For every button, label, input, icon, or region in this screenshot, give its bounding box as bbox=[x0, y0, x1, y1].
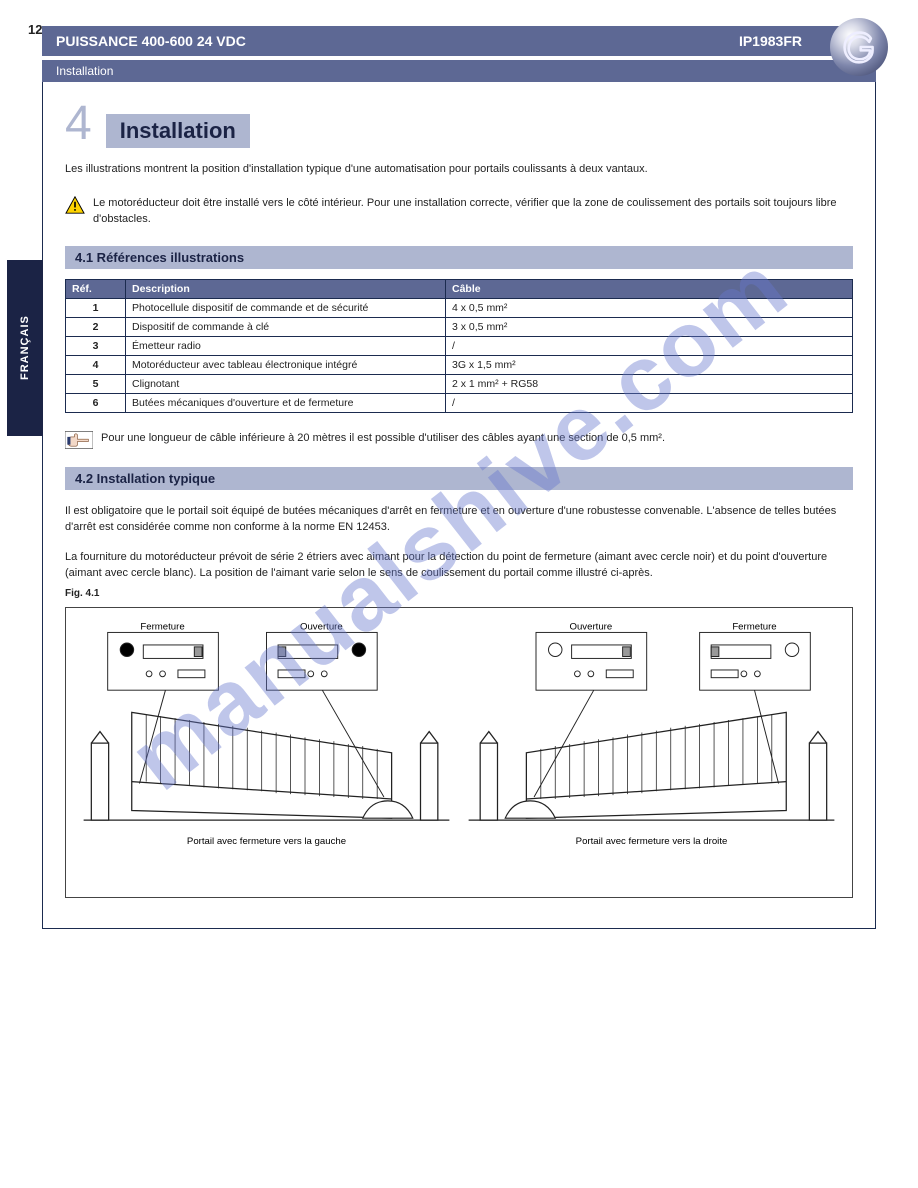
table-row: 5 Clignotant 2 x 1 mm² + RG58 bbox=[66, 374, 853, 393]
table-header-ref: Réf. bbox=[66, 279, 126, 298]
warning-text: Le motoréducteur doit être installé vers… bbox=[93, 196, 853, 228]
table-row: 6 Butées mécaniques d'ouverture et de fe… bbox=[66, 393, 853, 412]
chapter-title: Installation bbox=[106, 114, 250, 148]
table-row: 4 Motoréducteur avec tableau électroniqu… bbox=[66, 355, 853, 374]
table-row: 1 Photocellule dispositif de commande et… bbox=[66, 298, 853, 317]
caption-right-gate: Portail avec fermeture vers la droite bbox=[576, 836, 728, 847]
caption-fermeture-rw: Fermeture bbox=[732, 621, 776, 632]
caption-ouverture-lb: Ouverture bbox=[300, 621, 343, 632]
caption-fermeture-lb: Fermeture bbox=[140, 621, 184, 632]
doc-code: IP1983FR bbox=[739, 33, 802, 49]
figure-gate-diagram: Fermeture Ouverture Portail avec fermetu… bbox=[65, 607, 853, 899]
brand-logo-icon bbox=[830, 18, 888, 76]
requirement-paragraph: Il est obligatoire que le portail soit é… bbox=[65, 504, 853, 536]
table-header-desc: Description bbox=[126, 279, 446, 298]
note-text: Pour une longueur de câble inférieure à … bbox=[101, 431, 665, 447]
table-row: 3 Émetteur radio / bbox=[66, 336, 853, 355]
page-number: 12 bbox=[28, 22, 42, 37]
references-table: Réf. Description Câble 1 Photocellule di… bbox=[65, 279, 853, 413]
page-title-bar: PUISSANCE 400-600 24 VDC IP1983FR bbox=[42, 26, 876, 56]
product-title: PUISSANCE 400-600 24 VDC bbox=[56, 33, 246, 49]
caption-left-gate: Portail avec fermeture vers la gauche bbox=[187, 836, 346, 847]
section-name: Installation bbox=[56, 64, 113, 78]
chapter-number: 4 bbox=[65, 100, 92, 148]
pointing-hand-icon bbox=[65, 431, 93, 449]
section-sub-bar: Installation bbox=[42, 60, 876, 82]
table-header-cable: Câble bbox=[446, 279, 853, 298]
caption-ouverture-rw: Ouverture bbox=[569, 621, 612, 632]
warning-triangle-icon bbox=[65, 196, 85, 214]
language-tab: FRANÇAIS bbox=[7, 260, 43, 436]
intro-paragraph: Les illustrations montrent la position d… bbox=[65, 162, 853, 178]
section-4-1-heading: 4.1 Références illustrations bbox=[65, 246, 853, 269]
magnet-paragraph: La fourniture du motoréducteur prévoit d… bbox=[65, 550, 853, 582]
section-4-2-heading: 4.2 Installation typique bbox=[65, 467, 853, 490]
table-row: 2 Dispositif de commande à clé 3 x 0,5 m… bbox=[66, 317, 853, 336]
figure-label: Fig. 4.1 bbox=[65, 588, 853, 599]
